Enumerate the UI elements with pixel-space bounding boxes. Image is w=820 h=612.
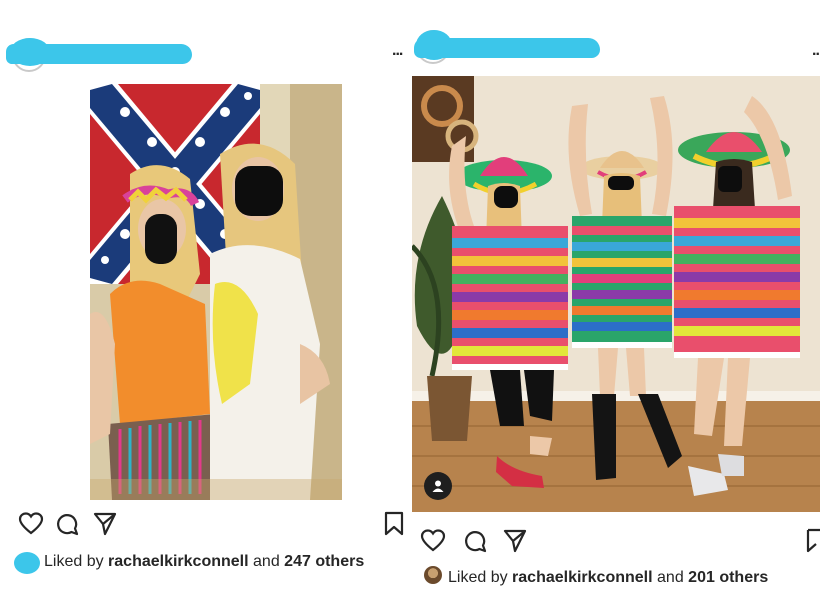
likes-summary: Liked by rachaelkirkconnell and 201 othe… bbox=[448, 569, 768, 587]
likes-and: and bbox=[657, 569, 684, 586]
likes-avatar[interactable] bbox=[424, 566, 442, 584]
username-redaction bbox=[416, 30, 452, 60]
likes-user-link[interactable]: rachaelkirkconnell bbox=[108, 553, 249, 570]
likes-prefix: Liked by bbox=[448, 569, 508, 586]
likes-user-link[interactable]: rachaelkirkconnell bbox=[512, 569, 653, 586]
post-photo[interactable] bbox=[412, 76, 820, 512]
more-icon[interactable]: ... bbox=[392, 43, 403, 59]
person-tag-icon[interactable] bbox=[424, 472, 452, 500]
post-header: ... .. bbox=[392, 0, 820, 80]
post-photo-image bbox=[412, 76, 820, 512]
share-icon[interactable] bbox=[92, 511, 118, 537]
post-right: ... .. Liked by rachaelkirkconnell and 2… bbox=[392, 0, 820, 612]
likes-avatar-redaction bbox=[14, 552, 40, 574]
post-photo[interactable] bbox=[90, 84, 342, 500]
comment-icon[interactable] bbox=[54, 511, 80, 537]
post-header bbox=[0, 0, 410, 80]
more-icon[interactable]: .. bbox=[812, 43, 820, 59]
bookmark-icon[interactable] bbox=[384, 511, 404, 537]
post-photo-image bbox=[90, 84, 342, 500]
post-left: Liked by rachaelkirkconnell and 247 othe… bbox=[0, 0, 410, 612]
heart-icon[interactable] bbox=[18, 512, 44, 536]
likes-and: and bbox=[253, 553, 280, 570]
username-redaction bbox=[10, 38, 50, 66]
likes-others-link[interactable]: 247 others bbox=[284, 553, 364, 570]
bookmark-icon[interactable] bbox=[806, 528, 820, 554]
comment-icon[interactable] bbox=[462, 528, 488, 554]
likes-summary: Liked by rachaelkirkconnell and 247 othe… bbox=[44, 553, 364, 571]
share-icon[interactable] bbox=[502, 528, 528, 554]
likes-others-link[interactable]: 201 others bbox=[688, 569, 768, 586]
likes-prefix: Liked by bbox=[44, 553, 104, 570]
heart-icon[interactable] bbox=[420, 529, 446, 553]
